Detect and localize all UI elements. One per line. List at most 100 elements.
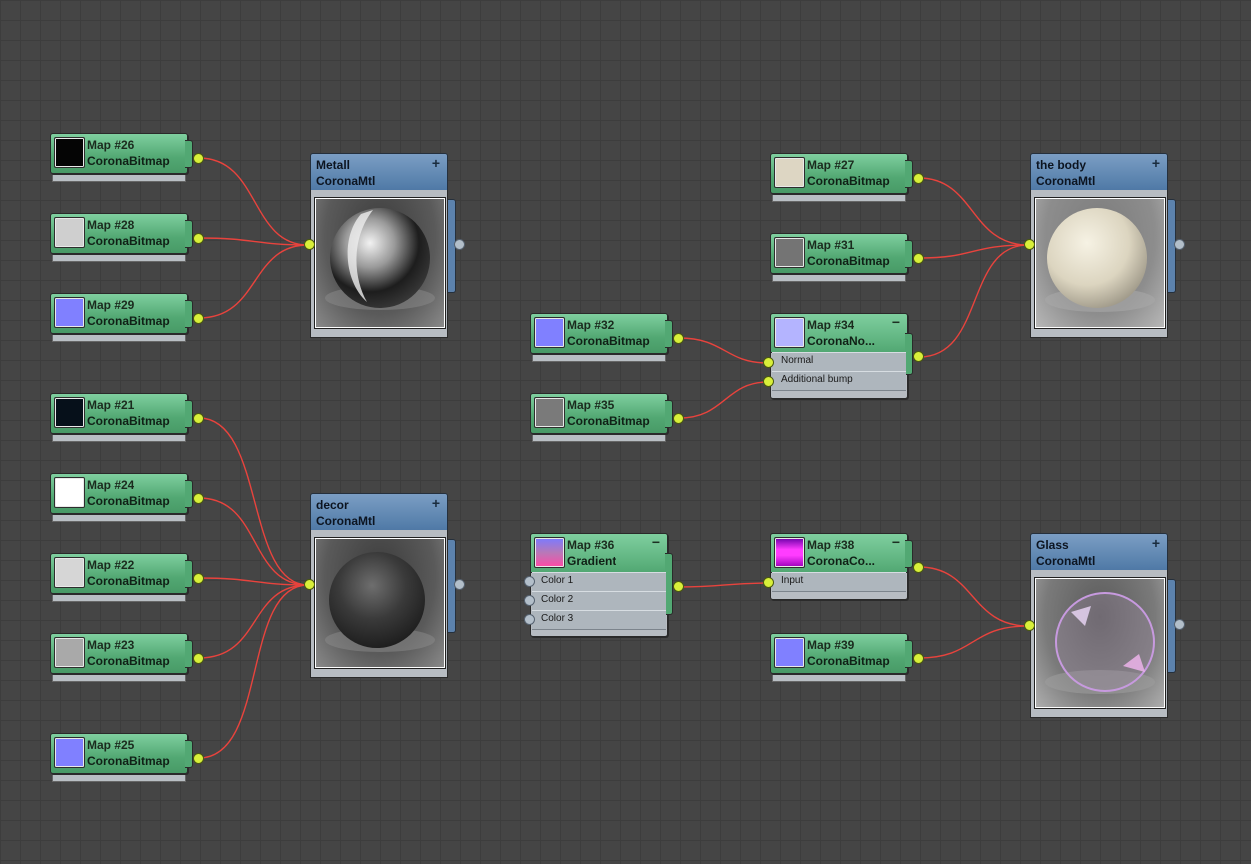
node-map-27[interactable]: Map #27 CoronaBitmap — [770, 153, 924, 202]
input-socket[interactable] — [1024, 239, 1035, 250]
node-type: CoronaMtl — [1036, 174, 1096, 188]
collapse-icon[interactable]: − — [892, 534, 900, 550]
node-title: Metall — [316, 158, 351, 172]
port-normal[interactable]: Normal — [772, 352, 906, 372]
node-title: the body — [1036, 158, 1086, 172]
swatch-preview — [774, 237, 805, 268]
node-title: Map #39 — [807, 638, 855, 652]
node-type: CoronaBitmap — [87, 414, 170, 428]
node-map-25[interactable]: Map #25 CoronaBitmap — [50, 733, 204, 782]
input-socket-color-2[interactable] — [524, 595, 535, 606]
wire-map36-input — [678, 582, 769, 588]
wire-map32-normal — [678, 337, 769, 364]
output-socket[interactable] — [913, 562, 924, 573]
collapse-icon[interactable]: − — [652, 534, 660, 550]
swatch-preview — [774, 537, 805, 568]
node-map-29[interactable]: Map #29 CoronaBitmap — [50, 293, 204, 342]
material-preview — [314, 197, 446, 329]
input-socket-color-3[interactable] — [524, 614, 535, 625]
node-title: Map #28 — [87, 218, 135, 232]
input-socket[interactable] — [304, 579, 315, 590]
node-map-26[interactable]: Map #26 CoronaBitmap — [50, 133, 204, 182]
output-socket[interactable] — [193, 313, 204, 324]
output-socket[interactable] — [193, 753, 204, 764]
output-socket[interactable] — [673, 333, 684, 344]
input-socket[interactable] — [763, 577, 774, 588]
input-socket[interactable] — [1024, 620, 1035, 631]
node-material-glass[interactable]: Glass CoronaMtl + — [1024, 533, 1185, 718]
node-title: Glass — [1036, 538, 1069, 552]
node-map-28[interactable]: Map #28 CoronaBitmap — [50, 213, 204, 262]
swatch-preview — [774, 317, 805, 348]
output-socket[interactable] — [193, 153, 204, 164]
output-socket[interactable] — [673, 413, 684, 424]
node-type: CoronaBitmap — [567, 414, 650, 428]
port-color-3[interactable]: Color 3 — [532, 610, 666, 630]
output-socket[interactable] — [913, 253, 924, 264]
collapse-icon[interactable]: − — [892, 314, 900, 330]
port-additional-bump[interactable]: Additional bump — [772, 371, 906, 391]
output-socket[interactable] — [193, 653, 204, 664]
output-socket[interactable] — [193, 573, 204, 584]
expand-icon[interactable]: + — [432, 495, 440, 511]
node-material-decor[interactable]: decor CoronaMtl + — [304, 493, 465, 678]
output-socket[interactable] — [454, 579, 465, 590]
node-title: Map #25 — [87, 738, 135, 752]
output-socket[interactable] — [1174, 239, 1185, 250]
output-socket[interactable] — [193, 493, 204, 504]
output-socket[interactable] — [454, 239, 465, 250]
node-material-the-body[interactable]: the body CoronaMtl + — [1024, 153, 1185, 338]
expand-icon[interactable]: + — [432, 155, 440, 171]
port-color-1[interactable]: Color 1 — [532, 572, 666, 592]
output-socket[interactable] — [193, 233, 204, 244]
wire-map31-body — [918, 244, 1029, 259]
node-map-23[interactable]: Map #23 CoronaBitmap — [50, 633, 204, 682]
node-type: CoronaMtl — [316, 174, 376, 188]
expand-icon[interactable]: + — [1152, 535, 1160, 551]
wire-map22-decor — [198, 577, 309, 586]
node-map-24[interactable]: Map #24 CoronaBitmap — [50, 473, 204, 522]
node-map-22[interactable]: Map #22 CoronaBitmap — [50, 553, 204, 602]
port-color-2[interactable]: Color 2 — [532, 591, 666, 611]
node-material-metall[interactable]: Metall CoronaMtl + — [304, 153, 465, 338]
material-preview — [1034, 577, 1166, 709]
wire-map35-bump — [678, 381, 769, 419]
node-map-39[interactable]: Map #39 CoronaBitmap — [770, 633, 924, 682]
node-map-21[interactable]: Map #21 CoronaBitmap — [50, 393, 204, 442]
node-map-34-normal[interactable]: Map #34 CoronaNo... − Normal Additional … — [763, 313, 924, 399]
input-socket-normal[interactable] — [763, 357, 774, 368]
node-type: CoronaBitmap — [87, 494, 170, 508]
node-map-35[interactable]: Map #35 CoronaBitmap — [530, 393, 684, 442]
input-socket-bump[interactable] — [763, 376, 774, 387]
node-title: Map #32 — [567, 318, 615, 332]
output-socket[interactable] — [193, 413, 204, 424]
output-socket[interactable] — [913, 351, 924, 362]
node-type: CoronaBitmap — [807, 174, 890, 188]
input-socket[interactable] — [304, 239, 315, 250]
node-map-32[interactable]: Map #32 CoronaBitmap — [530, 313, 684, 362]
port-input[interactable]: Input — [772, 572, 906, 592]
wire-map38-glass — [918, 566, 1029, 627]
node-type: CoronaNo... — [807, 334, 875, 348]
node-title: Map #21 — [87, 398, 135, 412]
node-type: CoronaMtl — [1036, 554, 1096, 568]
material-preview — [1034, 197, 1166, 329]
swatch-preview — [54, 137, 85, 168]
swatch-preview — [54, 297, 85, 328]
node-map-31[interactable]: Map #31 CoronaBitmap — [770, 233, 924, 282]
node-type: CoronaBitmap — [87, 234, 170, 248]
swatch-preview — [54, 477, 85, 508]
node-type: CoronaBitmap — [567, 334, 650, 348]
output-socket[interactable] — [913, 653, 924, 664]
node-map-36-gradient[interactable]: Map #36 Gradient − Color 1 Color 2 Color… — [524, 533, 684, 637]
input-socket-color-1[interactable] — [524, 576, 535, 587]
output-socket[interactable] — [1174, 619, 1185, 630]
output-socket[interactable] — [673, 581, 684, 592]
output-socket[interactable] — [913, 173, 924, 184]
wire-map23-decor — [198, 584, 309, 659]
node-map-38-colorcorrect[interactable]: Map #38 CoronaCo... − Input — [763, 533, 924, 600]
node-type: CoronaBitmap — [807, 654, 890, 668]
expand-icon[interactable]: + — [1152, 155, 1160, 171]
node-type: CoronaBitmap — [87, 754, 170, 768]
node-title: Map #34 — [807, 318, 855, 332]
